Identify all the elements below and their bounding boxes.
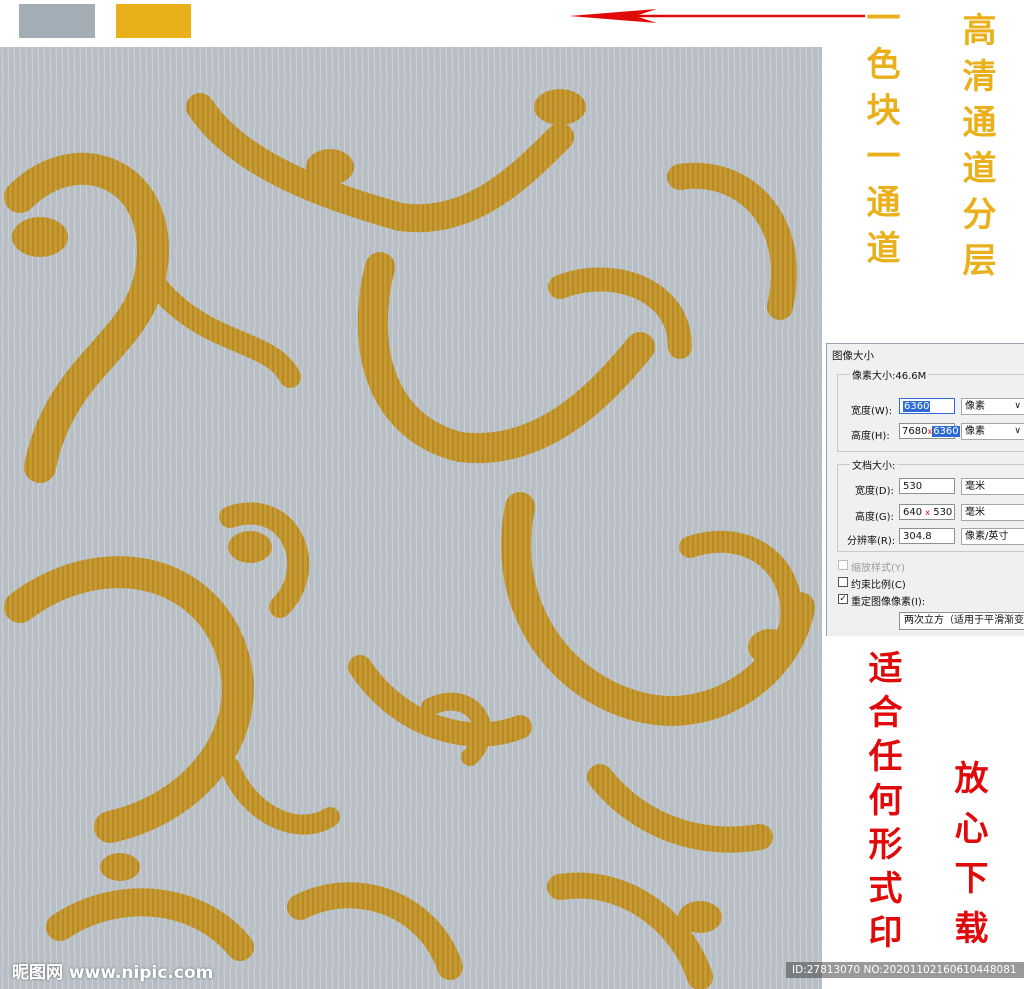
left-arrow-icon — [569, 9, 865, 23]
channel-caption: 一色块一通道 — [860, 0, 900, 276]
download-caption: 放心下载 — [948, 760, 988, 960]
print-caption: 适合任何形式印 — [862, 650, 902, 958]
gray-color-swatch — [19, 4, 95, 38]
scale-styles-label: 缩放样式(Y) — [851, 563, 905, 574]
doc-height-input[interactable]: 640 x 530 — [899, 504, 955, 520]
width-unit-select[interactable]: 像素 ∨ — [961, 398, 1024, 415]
resolution-label: 分辨率(R): — [847, 536, 896, 547]
doc-width-label: 宽度(D): — [855, 486, 894, 497]
doc-height-label: 高度(G): — [855, 512, 894, 523]
scale-styles-checkbox[interactable] — [838, 560, 848, 570]
width-input[interactable]: 6360 — [899, 398, 955, 414]
doc-width-unit-select[interactable]: 毫米 — [961, 478, 1024, 495]
resolution-unit-select[interactable]: 像素/英寸 — [961, 528, 1024, 545]
height-unit-value: 像素 — [965, 426, 985, 437]
hd-caption: 高清通道分层 — [956, 12, 996, 288]
constrain-proportions-checkbox[interactable] — [838, 577, 848, 587]
resolution-input[interactable]: 304.8 — [899, 528, 955, 544]
height-unit-select[interactable]: 像素 ∨ — [961, 423, 1024, 440]
height-old-value: 7680 — [902, 426, 928, 437]
red-x-mark: x — [925, 508, 931, 517]
dialog-title: 图像大小 — [832, 350, 874, 362]
document-size-label: 文档大小: — [850, 457, 898, 472]
image-id-label: ID:27813070 NO:20201102160610448081 — [786, 962, 1024, 978]
image-size-dialog: 图像大小 像素大小:46.6M 宽度(W): 6360 像素 ∨ 高度(H): … — [826, 343, 1024, 636]
gold-color-swatch — [116, 4, 191, 38]
width-label: 宽度(W): — [851, 406, 893, 417]
chevron-down-icon: ∨ — [1014, 401, 1021, 411]
height-label: 高度(H): — [851, 431, 890, 442]
doc-width-value: 530 — [903, 481, 923, 492]
resolution-value: 304.8 — [903, 531, 932, 542]
doc-height-unit-select[interactable]: 毫米 — [961, 504, 1024, 521]
pixel-size-label: 像素大小:46.6M — [850, 367, 929, 382]
width-value: 6360 — [903, 401, 931, 412]
constrain-proportions-label: 约束比例(C) — [851, 580, 906, 591]
watermark-logo: 昵图网 www.nipic.com — [12, 963, 214, 983]
doc-width-input[interactable]: 530 — [899, 478, 955, 494]
doc-height-unit-value: 毫米 — [965, 507, 985, 518]
resolution-unit-value: 像素/英寸 — [965, 531, 1009, 542]
height-input[interactable]: 7680x6360 — [899, 423, 960, 439]
resample-method-select[interactable]: 两次立方（适用于平滑渐变 — [899, 612, 1024, 630]
resample-label: 重定图像像素(I): — [851, 597, 926, 608]
width-unit-value: 像素 — [965, 401, 985, 412]
resample-checkbox[interactable]: ✓ — [838, 594, 848, 604]
doc-height-old-value: 640 — [903, 507, 923, 518]
doc-width-unit-value: 毫米 — [965, 481, 985, 492]
doc-height-value: 530 — [933, 507, 953, 518]
chevron-down-icon: ∨ — [1014, 426, 1021, 436]
height-value: 6360 — [932, 426, 960, 437]
damask-pattern-image — [0, 47, 822, 989]
